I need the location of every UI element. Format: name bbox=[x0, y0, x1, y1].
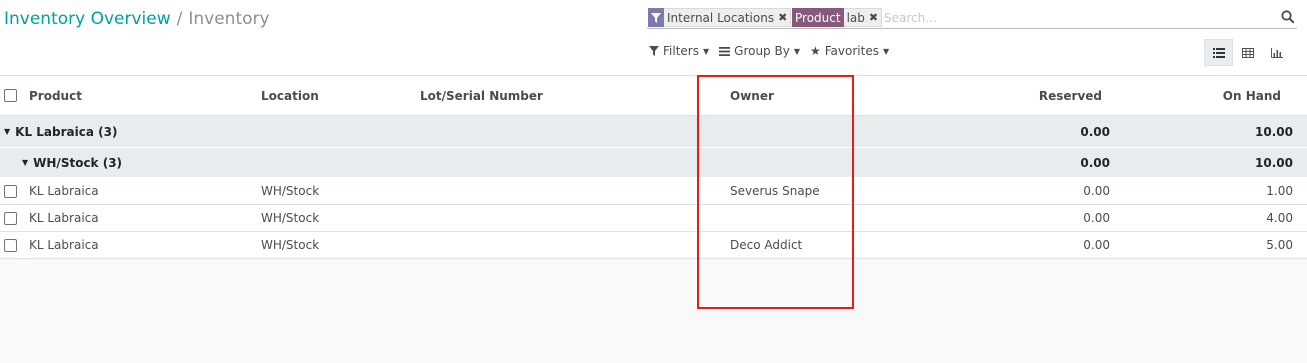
breadcrumb-current: Inventory bbox=[188, 9, 270, 29]
group-reserved: 0.00 bbox=[1080, 124, 1110, 139]
facet-value: lab ✖ bbox=[843, 8, 883, 27]
group-label: ▼ KL Labraica (3) bbox=[4, 116, 117, 147]
cell-on-hand: 5.00 bbox=[1266, 238, 1293, 252]
cell-product: KL Labraica bbox=[29, 184, 99, 198]
subgroup-on-hand: 10.00 bbox=[1255, 155, 1293, 170]
filters-label: Filters bbox=[663, 44, 699, 58]
inventory-list: Product Location Lot/Serial Number Owner… bbox=[0, 76, 1307, 259]
search-facet-product[interactable]: Product lab ✖ bbox=[792, 8, 883, 27]
cell-on-hand: 1.00 bbox=[1266, 184, 1293, 198]
caret-down-icon: ▼ bbox=[882, 46, 890, 56]
view-switcher bbox=[1204, 39, 1291, 66]
breadcrumb: Inventory Overview / Inventory bbox=[4, 9, 270, 29]
filter-icon bbox=[648, 8, 664, 27]
table-row[interactable]: KL Labraica WH/Stock 0.00 4.00 bbox=[0, 205, 1307, 232]
search-options: Filters ▼ Group By ▼ ★ Favorites ▼ bbox=[649, 44, 889, 58]
cell-location: WH/Stock bbox=[261, 184, 320, 198]
facet-value-text: Internal Locations bbox=[667, 10, 775, 25]
cell-on-hand: 4.00 bbox=[1266, 211, 1293, 225]
row-checkbox[interactable] bbox=[4, 232, 17, 258]
facet-value-text: lab bbox=[846, 10, 865, 25]
breadcrumb-separator: / bbox=[176, 9, 183, 29]
pivot-view-button[interactable] bbox=[1233, 39, 1262, 66]
list-view-icon bbox=[1212, 47, 1225, 58]
list-view-button[interactable] bbox=[1204, 39, 1233, 66]
table-row[interactable]: KL Labraica WH/Stock Deco Addict 0.00 5.… bbox=[0, 232, 1307, 259]
column-header-product[interactable]: Product bbox=[29, 76, 82, 115]
groupby-label: Group By bbox=[734, 44, 790, 58]
cell-owner: Deco Addict bbox=[730, 238, 803, 252]
filter-icon bbox=[649, 46, 659, 56]
remove-facet-icon[interactable]: ✖ bbox=[869, 11, 878, 24]
favorites-label: Favorites bbox=[824, 44, 879, 58]
cell-location: WH/Stock bbox=[261, 211, 320, 225]
pivot-view-icon bbox=[1241, 47, 1254, 58]
group-row-location[interactable]: ▼ WH/Stock (3) 0.00 10.00 bbox=[0, 148, 1307, 178]
caret-down-icon: ▼ bbox=[22, 158, 29, 167]
column-header-on-hand[interactable]: On Hand bbox=[1110, 76, 1281, 115]
control-panel: Inventory Overview / Inventory Internal Lo… bbox=[0, 0, 1307, 76]
caret-down-icon: ▼ bbox=[4, 127, 11, 136]
facet-category: Product bbox=[792, 8, 844, 27]
group-row-product[interactable]: ▼ KL Labraica (3) 0.00 10.00 bbox=[0, 116, 1307, 148]
cell-location: WH/Stock bbox=[261, 238, 320, 252]
cell-product: KL Labraica bbox=[29, 238, 99, 252]
cell-reserved: 0.00 bbox=[1083, 184, 1110, 198]
search-facet-internal-locations[interactable]: Internal Locations ✖ bbox=[648, 8, 792, 27]
column-header-reserved[interactable]: Reserved bbox=[900, 76, 1102, 115]
facet-value: Internal Locations ✖ bbox=[664, 8, 792, 27]
subgroup-label-text: WH/Stock (3) bbox=[33, 155, 123, 170]
subgroup-label: ▼ WH/Stock (3) bbox=[22, 148, 122, 177]
remove-facet-icon[interactable]: ✖ bbox=[778, 11, 787, 24]
filters-dropdown[interactable]: Filters ▼ bbox=[649, 44, 709, 58]
favorites-dropdown[interactable]: ★ Favorites ▼ bbox=[810, 44, 889, 58]
cell-reserved: 0.00 bbox=[1083, 238, 1110, 252]
group-on-hand: 10.00 bbox=[1255, 124, 1293, 139]
row-checkbox[interactable] bbox=[4, 205, 17, 231]
row-checkbox[interactable] bbox=[4, 178, 17, 204]
cell-product: KL Labraica bbox=[29, 211, 99, 225]
search-bar: Internal Locations ✖ Product lab ✖ bbox=[647, 6, 1297, 29]
graph-view-button[interactable] bbox=[1262, 39, 1291, 66]
cell-reserved: 0.00 bbox=[1083, 211, 1110, 225]
column-header-owner[interactable]: Owner bbox=[730, 76, 774, 115]
caret-down-icon: ▼ bbox=[793, 46, 800, 56]
breadcrumb-parent-link[interactable]: Inventory Overview bbox=[4, 9, 171, 29]
select-all-checkbox[interactable] bbox=[4, 76, 17, 115]
graph-view-icon bbox=[1270, 47, 1283, 58]
search-input[interactable] bbox=[884, 8, 1264, 27]
cell-owner: Severus Snape bbox=[730, 184, 820, 198]
group-label-text: KL Labraica (3) bbox=[15, 124, 118, 139]
search-icon[interactable] bbox=[1281, 10, 1295, 24]
star-icon: ★ bbox=[809, 44, 821, 58]
caret-down-icon: ▼ bbox=[702, 46, 710, 56]
groupby-dropdown[interactable]: Group By ▼ bbox=[719, 44, 800, 58]
table-header: Product Location Lot/Serial Number Owner… bbox=[0, 76, 1307, 116]
table-row[interactable]: KL Labraica WH/Stock Severus Snape 0.00 … bbox=[0, 178, 1307, 205]
subgroup-reserved: 0.00 bbox=[1080, 155, 1110, 170]
bars-icon bbox=[719, 46, 731, 56]
column-header-location[interactable]: Location bbox=[261, 76, 319, 115]
column-header-lot[interactable]: Lot/Serial Number bbox=[420, 76, 543, 115]
